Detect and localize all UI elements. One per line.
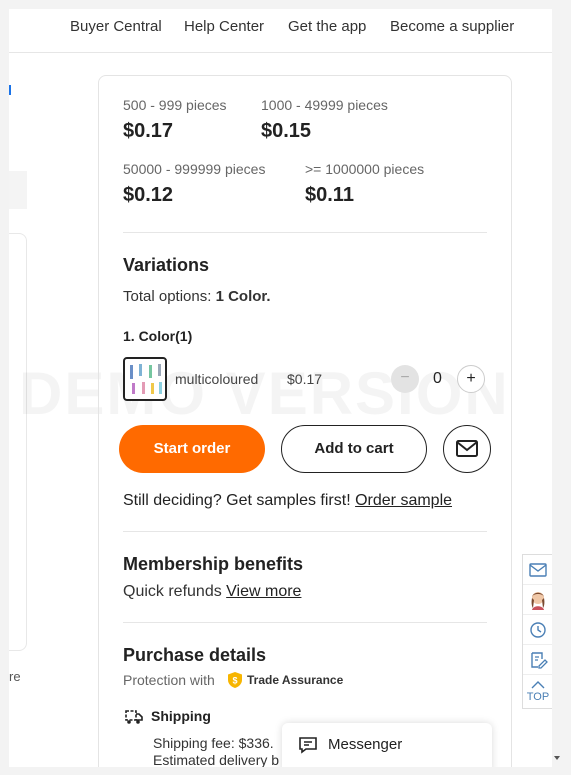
edit-note-icon: [531, 652, 548, 669]
total-options-label: Total options:: [123, 288, 216, 305]
messenger-widget[interactable]: Messenger: [282, 723, 492, 767]
side-tool-message[interactable]: [523, 555, 552, 585]
nav-help-center[interactable]: Help Center: [184, 18, 264, 35]
left-link-fragment[interactable]: [9, 85, 11, 95]
order-sample-link[interactable]: Order sample: [355, 492, 452, 509]
svg-text:$: $: [232, 676, 237, 686]
color-group-label: 1. Color(1): [123, 328, 193, 344]
samples-text: Still deciding? Get samples first!: [123, 492, 356, 509]
purchase-details-title: Purchase details: [123, 645, 267, 665]
top-nav: Buyer Central Help Center Get the app Be…: [9, 9, 552, 53]
page: Buyer Central Help Center Get the app Be…: [9, 9, 552, 767]
variations-title: Variations: [123, 255, 210, 275]
chat-bubble-icon: [299, 737, 317, 754]
total-options-value: 1 Color.: [215, 288, 271, 305]
envelope-icon: [529, 563, 547, 577]
add-to-cart-button[interactable]: Add to cart: [281, 425, 427, 473]
multicolor-products-icon: [130, 364, 162, 394]
nav-buyer-central[interactable]: Buyer Central: [70, 18, 162, 35]
start-order-button[interactable]: Start order: [119, 425, 265, 473]
tier-range-3: 50000 - 999999 pieces: [123, 161, 266, 177]
membership-title: Membership benefits: [123, 554, 304, 574]
nav-get-the-app[interactable]: Get the app: [288, 18, 366, 35]
membership-line: Quick refunds View more: [123, 583, 301, 601]
total-options: Total options: 1 Color.: [123, 288, 271, 305]
clock-icon: [530, 622, 546, 638]
nav-become-supplier[interactable]: Become a supplier: [390, 18, 514, 35]
left-text-fragment: re: [9, 669, 21, 684]
shipping-title: Shipping: [151, 708, 211, 724]
left-gallery-panel: [9, 233, 27, 651]
estimated-delivery: Estimated delivery b: [153, 752, 280, 767]
tier-range-4: >= 1000000 pieces: [305, 161, 425, 177]
messenger-label: Messenger: [328, 736, 403, 753]
tier-range-2: 1000 - 49999 pieces: [261, 97, 388, 113]
page-scrollbar[interactable]: [552, 9, 562, 767]
color-option-thumbnail[interactable]: [123, 357, 167, 401]
color-option-price: $0.17: [287, 371, 323, 387]
membership-text: Quick refunds: [123, 583, 227, 600]
decrease-quantity-button[interactable]: −: [391, 365, 419, 393]
shipping-fee: Shipping fee: $336.: [153, 735, 274, 751]
back-to-top-button[interactable]: TOP: [523, 675, 552, 709]
agent-avatar-icon: [531, 592, 545, 610]
left-thumbnail-fragment: [9, 171, 27, 209]
increase-quantity-button[interactable]: +: [457, 365, 485, 393]
back-to-top-label: TOP: [526, 691, 550, 703]
tier-range-1: 500 - 999 pieces: [123, 97, 227, 113]
divider: [123, 622, 487, 623]
divider: [123, 232, 487, 233]
chevron-up-icon: [531, 681, 545, 689]
tier-price-1: $0.17: [123, 120, 174, 142]
protection-label: Protection with: [123, 672, 215, 688]
mail-icon: [456, 440, 478, 457]
trade-assurance-shield-icon: $: [228, 672, 242, 688]
color-option-name: multicoloured: [175, 371, 259, 387]
side-tool-history[interactable]: [523, 615, 552, 645]
tier-price-3: $0.12: [123, 184, 174, 206]
samples-line: Still deciding? Get samples first! Order…: [123, 492, 452, 510]
scroll-down-arrow-icon[interactable]: [552, 753, 562, 763]
tier-price-4: $0.11: [305, 184, 354, 206]
side-toolbar: TOP: [522, 554, 552, 709]
side-tool-agent[interactable]: [523, 585, 552, 615]
contact-supplier-button[interactable]: [443, 425, 491, 473]
divider: [123, 531, 487, 532]
view-more-link[interactable]: View more: [226, 583, 301, 600]
quantity-value[interactable]: 0: [433, 370, 442, 388]
tier-price-2: $0.15: [261, 120, 312, 142]
trade-assurance-label[interactable]: Trade Assurance: [247, 673, 343, 687]
side-tool-feedback[interactable]: [523, 645, 552, 675]
shipping-truck-icon: [125, 710, 143, 724]
